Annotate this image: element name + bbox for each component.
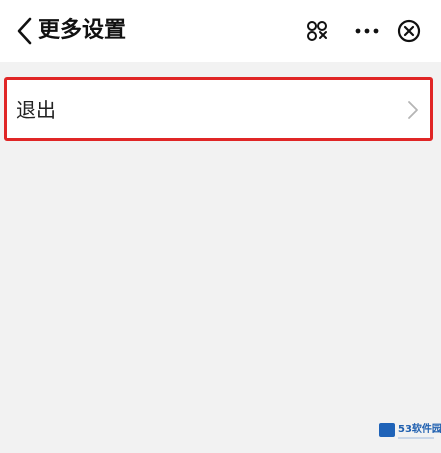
logout-label: 退出 (16, 98, 56, 122)
top-nav-bar: 更多设置 (0, 0, 441, 62)
watermark-underline (398, 437, 434, 439)
site-watermark: 53软件园 (379, 420, 441, 446)
scan-button[interactable] (303, 17, 331, 45)
more-options-button[interactable] (353, 17, 381, 45)
watermark-text: 53软件园 (398, 424, 441, 435)
logout-menu-item[interactable]: 退出 (4, 77, 433, 141)
chevron-left-icon (17, 17, 32, 45)
close-circle-icon (397, 19, 421, 43)
watermark-logo-icon (379, 423, 395, 437)
page-title: 更多设置 (38, 18, 127, 43)
chevron-right-icon (408, 101, 418, 119)
more-dots-icon (355, 28, 379, 34)
back-button[interactable] (12, 16, 38, 46)
scan-icon (307, 21, 327, 41)
close-button[interactable] (395, 17, 423, 45)
